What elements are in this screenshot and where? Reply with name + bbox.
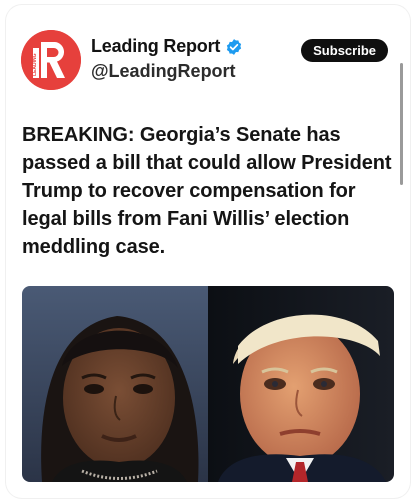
photo-woman[interactable]: [22, 286, 208, 482]
svg-text:LEADING: LEADING: [32, 53, 38, 76]
leading-report-logo-icon: LEADING: [21, 30, 81, 90]
account-name[interactable]: Leading Report: [91, 36, 220, 57]
avatar[interactable]: LEADING: [21, 30, 81, 90]
post-text: BREAKING: Georgia’s Senate has passed a …: [22, 124, 392, 258]
name-row: Leading Report: [91, 36, 243, 57]
portrait-man-image: [208, 286, 394, 482]
subscribe-button[interactable]: Subscribe: [301, 39, 388, 62]
photo-man[interactable]: [208, 286, 394, 482]
scrollbar[interactable]: [400, 63, 403, 185]
verified-badge-icon: [225, 38, 243, 56]
account-handle[interactable]: @LeadingReport: [91, 61, 243, 82]
post-media[interactable]: [22, 286, 394, 482]
post-header: LEADING Leading Report @LeadingReport Su…: [21, 30, 391, 92]
portrait-woman-image: [22, 286, 208, 482]
account-identity: Leading Report @LeadingReport: [91, 36, 243, 82]
